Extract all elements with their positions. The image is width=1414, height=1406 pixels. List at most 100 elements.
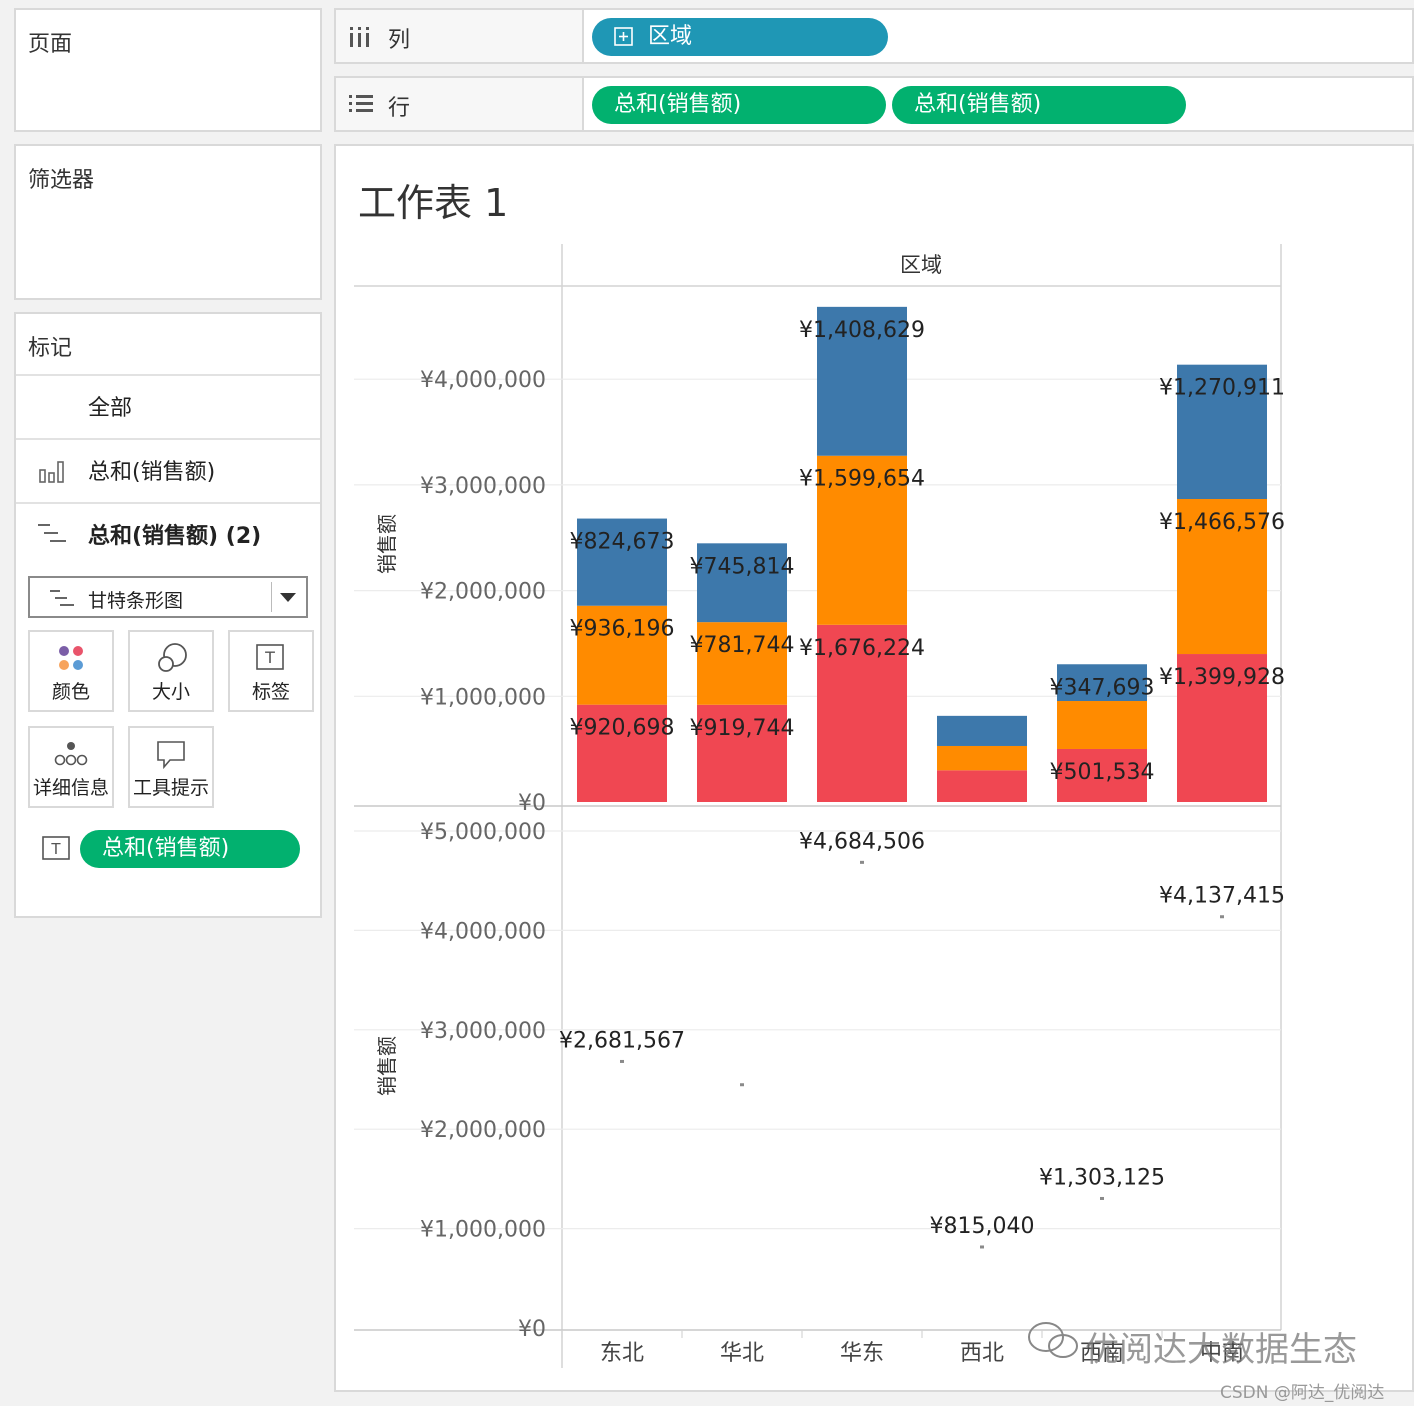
rows-shelf-label: 行 (336, 78, 584, 130)
wechat-logo-icon (1028, 1322, 1078, 1358)
bar-data-label: ¥920,698 (570, 716, 675, 741)
x-tick-label: 东北 (600, 1341, 644, 1366)
bar-data-label: ¥745,814 (690, 554, 795, 579)
x-tick-label: 华东 (840, 1341, 884, 1366)
rows-pill-1[interactable]: 总和(销售额) (592, 86, 886, 124)
region-pill[interactable]: 区域 (592, 18, 888, 56)
bar-data-label: ¥1,599,654 (799, 467, 925, 492)
y-tick-label: ¥4,000,000 (420, 919, 546, 944)
tooltip-card[interactable]: 工具提示 (128, 726, 214, 808)
label-field-pill[interactable]: 总和(销售额) (80, 830, 300, 868)
credit-text: CSDN @阿达_优阅达 (1220, 1383, 1385, 1403)
x-tick-label: 华北 (720, 1341, 764, 1366)
marks-panel-title: 标记 (28, 336, 73, 361)
bar-segment (1057, 701, 1147, 749)
y-tick-label: ¥2,000,000 (420, 1118, 546, 1143)
detail-card-label: 详细信息 (32, 777, 109, 799)
detail-card[interactable]: 详细信息 (28, 726, 114, 808)
scatter-point (1100, 1196, 1104, 1200)
text-label-icon: T (256, 644, 284, 670)
scatter-point (860, 860, 864, 864)
bar-data-label: ¥347,693 (1050, 675, 1155, 700)
bar-data-label: ¥824,673 (570, 530, 675, 555)
size-card[interactable]: 大小 (128, 630, 214, 712)
scatter-point (740, 1083, 744, 1087)
filters-panel-title: 筛选器 (28, 168, 95, 193)
top-strip (0, 0, 1414, 6)
bar-data-label: ¥1,408,629 (799, 318, 925, 343)
y-tick-label: ¥3,000,000 (420, 1019, 546, 1044)
y-tick-label: ¥3,000,000 (420, 474, 546, 499)
label-card[interactable]: T 标签 (228, 630, 314, 712)
point-data-label: ¥1,303,125 (1039, 1165, 1165, 1190)
y-tick-label: ¥1,000,000 (420, 685, 546, 710)
bar-segment (937, 770, 1027, 802)
gantt-icon (50, 590, 74, 606)
color-dots-icon (59, 646, 83, 670)
tooltip-icon (157, 741, 185, 770)
rows-label: 行 (388, 96, 411, 121)
marks-row-sales-2[interactable]: 总和(销售额) (2) (16, 502, 320, 564)
worksheet-view: 工作表 1 区域 ¥0 ¥1,000,000 ¥2,000,000 ¥3,000,00… (334, 144, 1414, 1392)
marks-row-all[interactable]: 全部 (16, 374, 320, 436)
gantt-icon (38, 524, 66, 542)
point-data-label: ¥2,681,567 (559, 1028, 685, 1053)
size-icon (158, 643, 187, 672)
filters-panel: 筛选器 (14, 144, 322, 300)
svg-text:T: T (50, 840, 61, 858)
region-pill-label: 区域 (648, 24, 693, 49)
marks-row-sales-label: 总和(销售额) (88, 460, 216, 485)
bar-data-label: ¥1,399,928 (1159, 665, 1285, 690)
x-tick-label: 西北 (960, 1341, 1004, 1366)
mark-type-label: 甘特条形图 (88, 590, 184, 612)
bar-data-label: ¥781,744 (690, 633, 795, 658)
bar-data-label: ¥1,466,576 (1159, 510, 1285, 535)
y-tick-label: ¥5,000,000 (420, 820, 546, 845)
columns-icon (350, 27, 369, 47)
y-tick-label: ¥0 (518, 1317, 546, 1342)
marks-row-sales[interactable]: 总和(销售额) (16, 438, 320, 500)
point-data-label: ¥4,684,506 (799, 829, 925, 854)
point-data-label: ¥4,137,415 (1159, 884, 1285, 909)
text-label-icon: T (42, 836, 70, 860)
scatter-point (620, 1059, 624, 1063)
y-axis-title: 销售额 (375, 514, 399, 574)
bar-data-label: ¥919,744 (690, 716, 795, 741)
pages-panel-title: 页面 (28, 32, 73, 57)
y-axis-title: 销售额 (375, 1036, 399, 1096)
columns-label: 列 (388, 28, 411, 53)
y-tick-label: ¥0 (518, 791, 546, 816)
bar-data-label: ¥501,534 (1050, 760, 1155, 785)
rows-pill-2[interactable]: 总和(销售额) (892, 86, 1186, 124)
bar-segment (937, 715, 1027, 746)
bar-segment (937, 745, 1027, 771)
y-tick-label: ¥2,000,000 (420, 580, 546, 605)
bar-chart-icon (39, 461, 64, 483)
expand-plus-icon (614, 27, 633, 46)
marks-row-all-label: 全部 (88, 396, 133, 421)
bar-data-label: ¥1,270,911 (1159, 376, 1285, 401)
svg-text:T: T (264, 648, 275, 667)
columns-shelf: 列 区域 (334, 8, 1414, 64)
mark-type-dropdown[interactable]: 甘特条形图 (28, 576, 308, 618)
scatter-point (980, 1245, 984, 1249)
watermark-text: 优阅达大数据生态 (1085, 1330, 1357, 1370)
dropdown-separator (271, 582, 272, 612)
size-card-label: 大小 (151, 681, 190, 703)
chart-canvas: 区域 ¥0 ¥1,000,000 ¥2,000,000 ¥3,000,000 ¥4,00… (354, 244, 1285, 1368)
bar-data-label: ¥936,196 (570, 617, 675, 642)
chevron-down-icon (280, 593, 296, 602)
marks-row-sales-2-label: 总和(销售额) (2) (88, 524, 262, 549)
tooltip-card-label: 工具提示 (132, 777, 209, 799)
rows-shelf: 行 总和(销售额) 总和(销售额) (334, 76, 1414, 132)
y-tick-label: ¥4,000,000 (420, 368, 546, 393)
detail-dots-icon (54, 742, 88, 766)
point-data-label: ¥815,040 (930, 1214, 1035, 1239)
column-header-region: 区域 (900, 253, 942, 277)
scatter-point (1220, 915, 1224, 919)
marks-panel: 标记 全部 总和(销售额) 总和(销售额) (2) 甘特条形图 颜色 大小 T … (14, 312, 322, 918)
columns-shelf-label: 列 (336, 10, 584, 62)
bar-data-label: ¥1,676,224 (799, 636, 925, 661)
pages-panel: 页面 (14, 8, 322, 132)
color-card[interactable]: 颜色 (28, 630, 114, 712)
